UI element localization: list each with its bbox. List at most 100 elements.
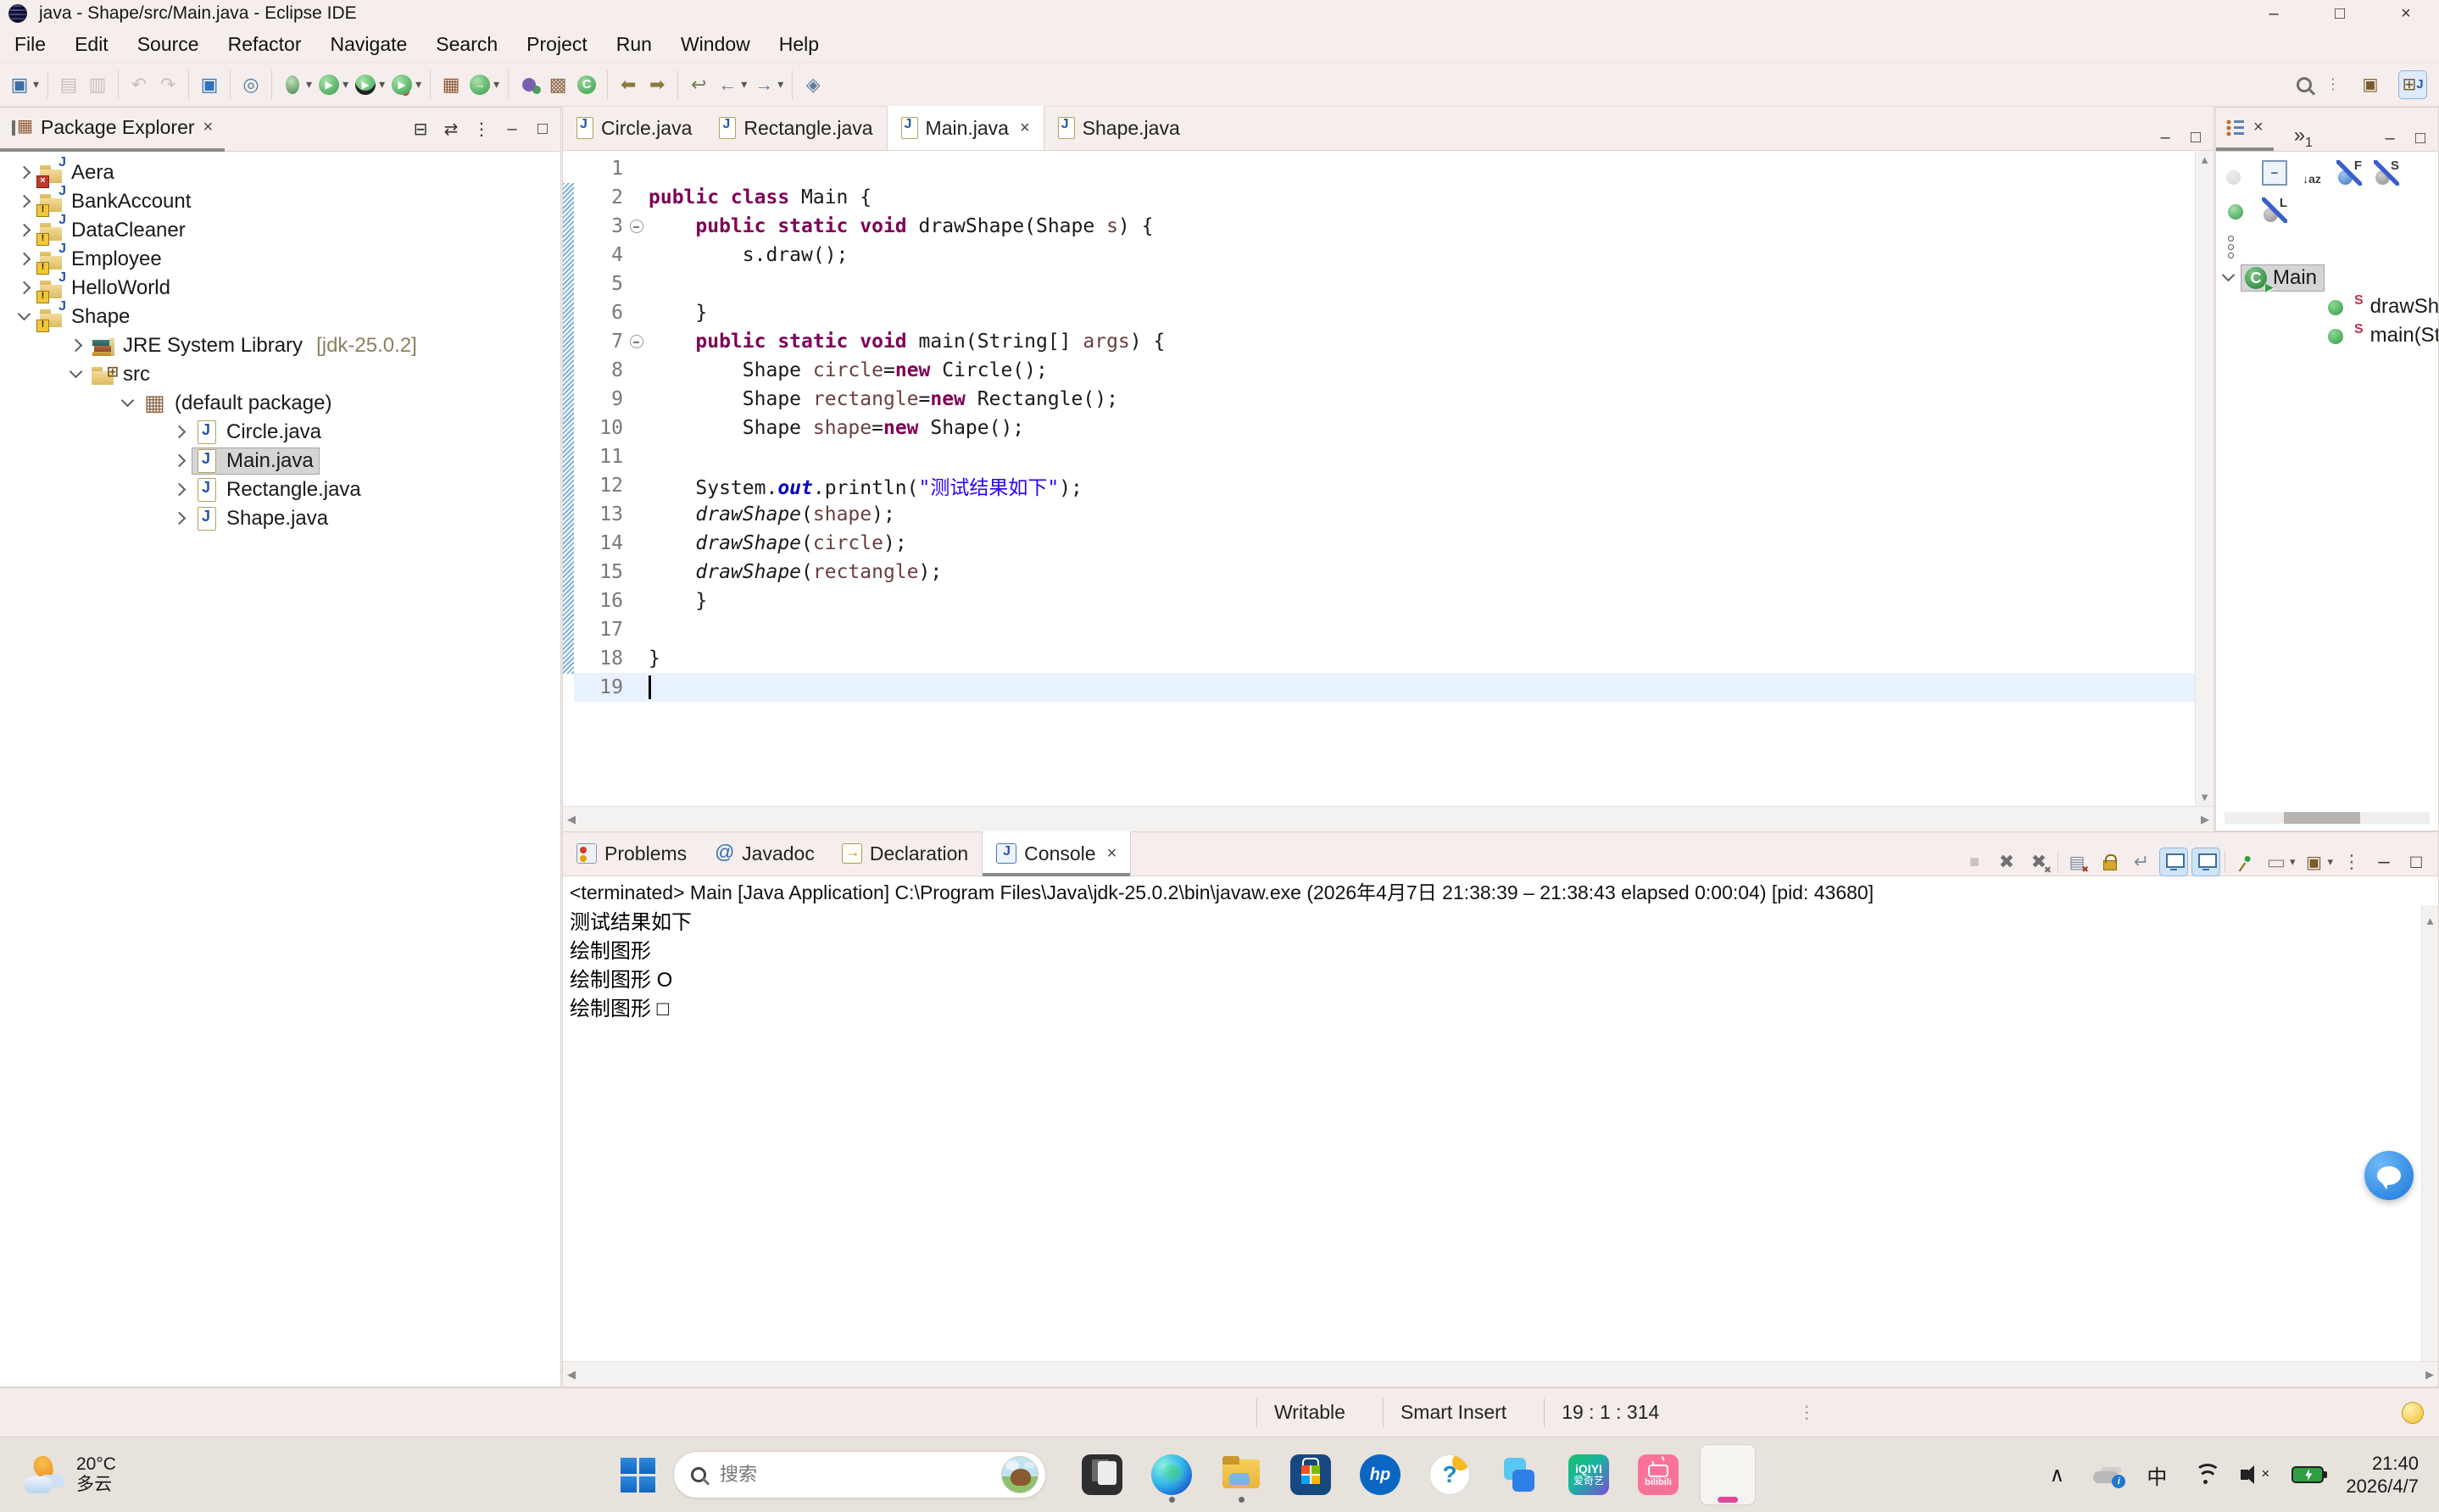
- tree-item[interactable]: HelloWorld: [0, 274, 560, 303]
- toolbar-button[interactable]: ▾: [118, 70, 119, 99]
- new-class[interactable]: ▾: [572, 68, 601, 102]
- tree-item[interactable]: (default package): [0, 389, 560, 418]
- remove-launch[interactable]: [1993, 848, 2020, 876]
- hp[interactable]: [1353, 1445, 1407, 1504]
- taskbar-search[interactable]: [673, 1451, 1046, 1498]
- code-editor[interactable]: 12public class Main {3 public static voi…: [563, 151, 2213, 831]
- remove-all-launches[interactable]: [2025, 848, 2052, 876]
- code-line[interactable]: 4 s.draw();: [574, 241, 2195, 270]
- store[interactable]: [1284, 1445, 1338, 1504]
- menu-item[interactable]: Run: [602, 33, 666, 56]
- code-line[interactable]: 16 }: [574, 586, 2195, 615]
- tree-item[interactable]: JRE System Library [jdk-25.0.2]: [0, 331, 560, 360]
- toolbar-button[interactable]: ▾: [271, 70, 272, 99]
- tab-outline[interactable]: ×: [2216, 107, 2274, 151]
- editor-tab[interactable]: Shape.java ×: [1044, 106, 1194, 150]
- menu-item[interactable]: Window: [666, 33, 765, 56]
- toolbar-button[interactable]: ▾: [607, 70, 608, 99]
- expander-chevron-icon[interactable]: [64, 333, 89, 359]
- dropdown-arrow-icon[interactable]: ▾: [379, 77, 385, 92]
- dropdown-arrow-icon[interactable]: ▾: [2290, 855, 2296, 869]
- save-all[interactable]: ▾: [83, 68, 112, 102]
- assistant-chat-button[interactable]: [2364, 1151, 2414, 1200]
- window-maximize-button[interactable]: □: [2307, 0, 2373, 27]
- menu-item[interactable]: Search: [421, 33, 512, 56]
- maximize[interactable]: [2403, 848, 2430, 876]
- open-task[interactable]: ▾: [195, 68, 224, 102]
- search-icon[interactable]: [2297, 77, 2312, 92]
- focus[interactable]: [2225, 160, 2250, 186]
- scroll-lock[interactable]: [2096, 848, 2123, 876]
- tree-item[interactable]: Rectangle.java: [0, 475, 560, 504]
- editor-horizontal-scrollbar[interactable]: ◀▶: [563, 806, 2213, 831]
- tab-package-explorer[interactable]: Package Explorer ×: [0, 108, 225, 152]
- code-line[interactable]: 9 Shape rectangle=new Rectangle();: [574, 385, 2195, 414]
- undo[interactable]: ▾: [125, 68, 153, 102]
- ime-indicator[interactable]: 中: [2144, 1456, 2169, 1493]
- code-line[interactable]: 2public class Main {: [574, 183, 2195, 212]
- expander-chevron-icon[interactable]: [167, 477, 192, 503]
- editor-tab[interactable]: Rectangle.java ×: [705, 106, 886, 150]
- collapse-all[interactable]: −: [2262, 160, 2287, 186]
- expander-chevron-icon[interactable]: [115, 391, 141, 416]
- outline-item[interactable]: S drawSha: [2216, 292, 2438, 321]
- dropdown-arrow-icon[interactable]: ▾: [741, 77, 747, 92]
- dropdown-arrow-icon[interactable]: ▾: [777, 77, 783, 92]
- minimize-outline-button[interactable]: –: [2381, 125, 2399, 151]
- code-line[interactable]: 14 drawShape(circle);: [574, 529, 2195, 558]
- editor-vertical-scrollbar[interactable]: ▲▼: [2195, 151, 2213, 806]
- view-menu[interactable]: ⋮: [472, 117, 491, 142]
- taskbar-weather-widget[interactable]: 20°C 多云: [0, 1454, 254, 1495]
- word-wrap[interactable]: [2128, 848, 2155, 876]
- forward[interactable]: ▾: [749, 68, 786, 102]
- open-console[interactable]: [2300, 848, 2327, 876]
- code-line[interactable]: 13 drawShape(shape);: [574, 500, 2195, 529]
- expander-chevron-icon[interactable]: [2297, 294, 2323, 320]
- menu-item[interactable]: Source: [123, 33, 214, 56]
- toolbar-button[interactable]: ▾: [47, 70, 48, 99]
- menu-item[interactable]: Edit: [60, 33, 123, 56]
- expander-chevron-icon[interactable]: [12, 304, 37, 330]
- toolbar-button[interactable]: ▾: [677, 70, 678, 99]
- code-line[interactable]: 1: [574, 154, 2195, 183]
- editor-tab[interactable]: Circle.java ×: [563, 106, 705, 150]
- console-horizontal-scrollbar[interactable]: ◀▶: [563, 1361, 2438, 1387]
- view-menu[interactable]: [2338, 848, 2365, 876]
- search-highlight-image[interactable]: [1001, 1456, 1039, 1493]
- sort[interactable]: ↓az: [2299, 160, 2325, 186]
- display-console[interactable]: [2263, 848, 2290, 876]
- show-stdout[interactable]: [2160, 848, 2187, 876]
- java-perspective-button[interactable]: ⊞J: [2398, 70, 2427, 99]
- console-vertical-scrollbar[interactable]: ▲: [2421, 905, 2438, 1387]
- volume-muted-icon[interactable]: ×: [2241, 1456, 2269, 1493]
- tree-item[interactable]: Employee: [0, 245, 560, 274]
- highlight[interactable]: ▾: [237, 68, 265, 102]
- console-area-tab[interactable]: Console ×: [982, 831, 1131, 876]
- tree-item[interactable]: Circle.java: [0, 418, 560, 447]
- notification-bulb-icon[interactable]: [2402, 1402, 2424, 1424]
- dropdown-arrow-icon[interactable]: ▾: [33, 77, 39, 92]
- console-area-tab[interactable]: Declaration ×: [828, 831, 982, 876]
- code-line[interactable]: 17: [574, 615, 2195, 644]
- outline-item[interactable]: S main(St: [2216, 321, 2438, 350]
- menu-item[interactable]: Help: [765, 33, 833, 56]
- profile[interactable]: ▶ ▾: [387, 68, 424, 102]
- tree-item[interactable]: Shape.java: [0, 504, 560, 533]
- minimize[interactable]: [2370, 848, 2397, 876]
- collapse-all[interactable]: ⊟: [411, 117, 430, 142]
- toolbar-button[interactable]: ▾: [508, 70, 509, 99]
- edge[interactable]: [1144, 1445, 1199, 1504]
- open-type[interactable]: ▾: [515, 68, 543, 102]
- minimize-editor-button[interactable]: –: [2156, 125, 2174, 150]
- code-line[interactable]: 19: [574, 673, 2195, 702]
- expander-chevron-icon[interactable]: [64, 362, 89, 387]
- code-line[interactable]: 12 System.out.println("测试结果如下");: [574, 471, 2195, 500]
- expander-chevron-icon[interactable]: [167, 420, 192, 445]
- iqiyi[interactable]: iQIYI 爱奇艺: [1562, 1445, 1616, 1504]
- hidden-icons-chevron[interactable]: ∧: [2044, 1456, 2069, 1493]
- toolbar-button[interactable]: ▾: [792, 70, 793, 99]
- open-perspective-button[interactable]: ▣: [2356, 70, 2385, 99]
- search-input[interactable]: [718, 1463, 989, 1487]
- debug[interactable]: ▾: [278, 68, 315, 102]
- prev-annotation[interactable]: ▾: [614, 68, 643, 102]
